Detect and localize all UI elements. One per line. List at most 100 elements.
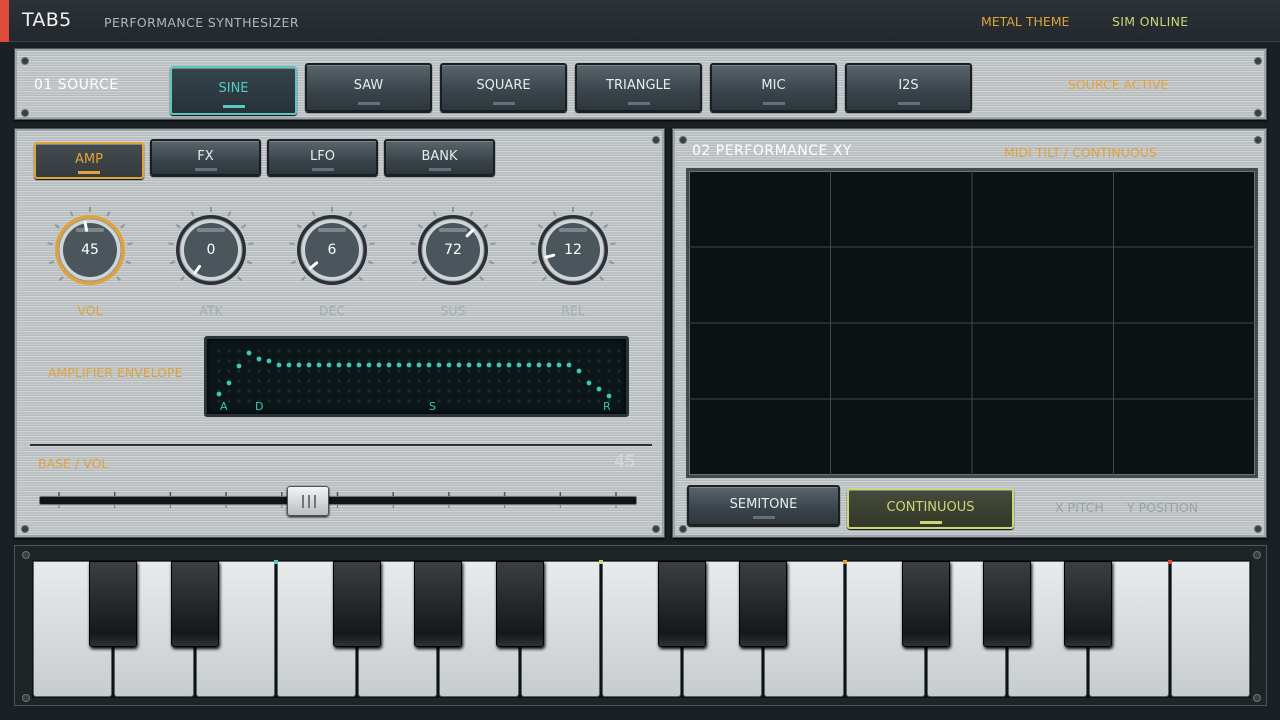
matrix-dot bbox=[327, 369, 331, 373]
button-indicator bbox=[752, 516, 775, 519]
matrix-dot bbox=[297, 369, 301, 373]
matrix-dot bbox=[467, 369, 471, 373]
matrix-dot bbox=[497, 369, 501, 373]
matrix-dot bbox=[587, 349, 591, 353]
octave-marker bbox=[598, 560, 603, 564]
envelope-point bbox=[566, 362, 572, 368]
source-triangle-button[interactable]: TRIANGLE bbox=[575, 63, 702, 112]
knob-vol[interactable]: 45 VOL bbox=[45, 205, 135, 318]
source-i2s-button[interactable]: I2S bbox=[845, 63, 972, 112]
tab-bank[interactable]: BANK bbox=[384, 139, 495, 176]
knob-dec[interactable]: 6 DEC bbox=[287, 205, 377, 318]
xy-pad[interactable] bbox=[686, 168, 1258, 478]
matrix-dot bbox=[267, 369, 271, 373]
envelope-marker-s: S bbox=[429, 400, 436, 413]
black-key[interactable] bbox=[1064, 561, 1113, 647]
matrix-dot bbox=[287, 359, 291, 363]
black-key[interactable] bbox=[89, 561, 138, 647]
button-indicator bbox=[222, 105, 245, 108]
envelope-point bbox=[386, 362, 392, 368]
knob-rel[interactable]: 12 REL bbox=[528, 205, 618, 318]
envelope-point bbox=[586, 380, 592, 386]
black-key[interactable] bbox=[901, 561, 950, 647]
matrix-dot bbox=[287, 349, 291, 353]
black-key[interactable] bbox=[739, 561, 788, 647]
matrix-dot bbox=[417, 379, 421, 383]
knob-tick bbox=[106, 211, 111, 217]
matrix-dot bbox=[547, 379, 551, 383]
black-key[interactable] bbox=[414, 561, 463, 647]
tab-fx[interactable]: FX bbox=[150, 139, 261, 176]
button-label: SQUARE bbox=[476, 78, 531, 93]
matrix-dot bbox=[377, 379, 381, 383]
envelope-point bbox=[356, 362, 362, 368]
matrix-dot bbox=[527, 349, 531, 353]
matrix-dot bbox=[437, 369, 441, 373]
base-vol-slider-track[interactable] bbox=[39, 496, 637, 505]
screw bbox=[1255, 58, 1261, 64]
octave-marker bbox=[842, 560, 847, 564]
knob-tick bbox=[227, 211, 232, 217]
matrix-dot bbox=[507, 399, 511, 403]
matrix-dot bbox=[427, 389, 431, 393]
octave-marker bbox=[273, 560, 278, 564]
black-key[interactable] bbox=[333, 561, 382, 647]
tab-label: AMP bbox=[75, 152, 103, 167]
matrix-dot bbox=[417, 389, 421, 393]
black-key[interactable] bbox=[495, 561, 544, 647]
knob-atk[interactable]: 0 ATK bbox=[166, 205, 256, 318]
matrix-dot bbox=[307, 389, 311, 393]
knob-tick bbox=[411, 260, 418, 265]
matrix-dot bbox=[437, 349, 441, 353]
matrix-dot bbox=[217, 359, 221, 363]
base-vol-slider-thumb[interactable] bbox=[287, 486, 330, 516]
matrix-dot bbox=[447, 359, 451, 363]
envelope-point bbox=[276, 362, 282, 368]
tab-lfo[interactable]: LFO bbox=[267, 139, 378, 176]
envelope-point bbox=[576, 368, 582, 374]
black-key[interactable] bbox=[658, 561, 707, 647]
source-square-button[interactable]: SQUARE bbox=[440, 63, 567, 112]
envelope-point bbox=[466, 362, 472, 368]
matrix-dot bbox=[447, 349, 451, 353]
matrix-dot bbox=[547, 349, 551, 353]
matrix-dot bbox=[347, 369, 351, 373]
matrix-dot bbox=[307, 369, 311, 373]
source-sine-button[interactable]: SINE bbox=[170, 66, 297, 115]
theme-toggle[interactable]: METAL THEME bbox=[981, 14, 1069, 29]
matrix-dot bbox=[437, 379, 441, 383]
matrix-dot bbox=[237, 349, 241, 353]
matrix-dot bbox=[587, 359, 591, 363]
matrix-dot bbox=[307, 379, 311, 383]
tab-amp[interactable]: AMP bbox=[34, 142, 144, 179]
source-saw-button[interactable]: SAW bbox=[305, 63, 432, 112]
xy-y-axis-label: Y POSITION bbox=[1127, 500, 1199, 515]
tab-label: FX bbox=[197, 149, 214, 164]
semitone-button[interactable]: SEMITONE bbox=[687, 485, 840, 526]
matrix-dot bbox=[287, 369, 291, 373]
matrix-dot bbox=[317, 349, 321, 353]
matrix-dot bbox=[487, 359, 491, 363]
matrix-dot bbox=[577, 389, 581, 393]
matrix-dot bbox=[607, 349, 611, 353]
matrix-dot bbox=[517, 399, 521, 403]
matrix-dot bbox=[247, 389, 251, 393]
matrix-dot bbox=[327, 399, 331, 403]
black-key[interactable] bbox=[170, 561, 219, 647]
black-key[interactable] bbox=[983, 561, 1032, 647]
slider-value: 45 bbox=[614, 452, 636, 472]
continuous-button[interactable]: CONTINUOUS bbox=[847, 488, 1014, 529]
button-label: MIC bbox=[761, 78, 786, 93]
button-indicator bbox=[919, 521, 942, 524]
white-key[interactable] bbox=[1170, 561, 1250, 697]
source-mic-button[interactable]: MIC bbox=[710, 63, 837, 112]
matrix-dot bbox=[577, 349, 581, 353]
matrix-dot bbox=[237, 399, 241, 403]
screw bbox=[1255, 526, 1261, 532]
knob-sus[interactable]: 72 SUS bbox=[408, 205, 498, 318]
matrix-dot bbox=[217, 349, 221, 353]
knob-tick bbox=[175, 223, 181, 229]
matrix-dot bbox=[397, 359, 401, 363]
matrix-dot bbox=[597, 359, 601, 363]
matrix-dot bbox=[377, 399, 381, 403]
